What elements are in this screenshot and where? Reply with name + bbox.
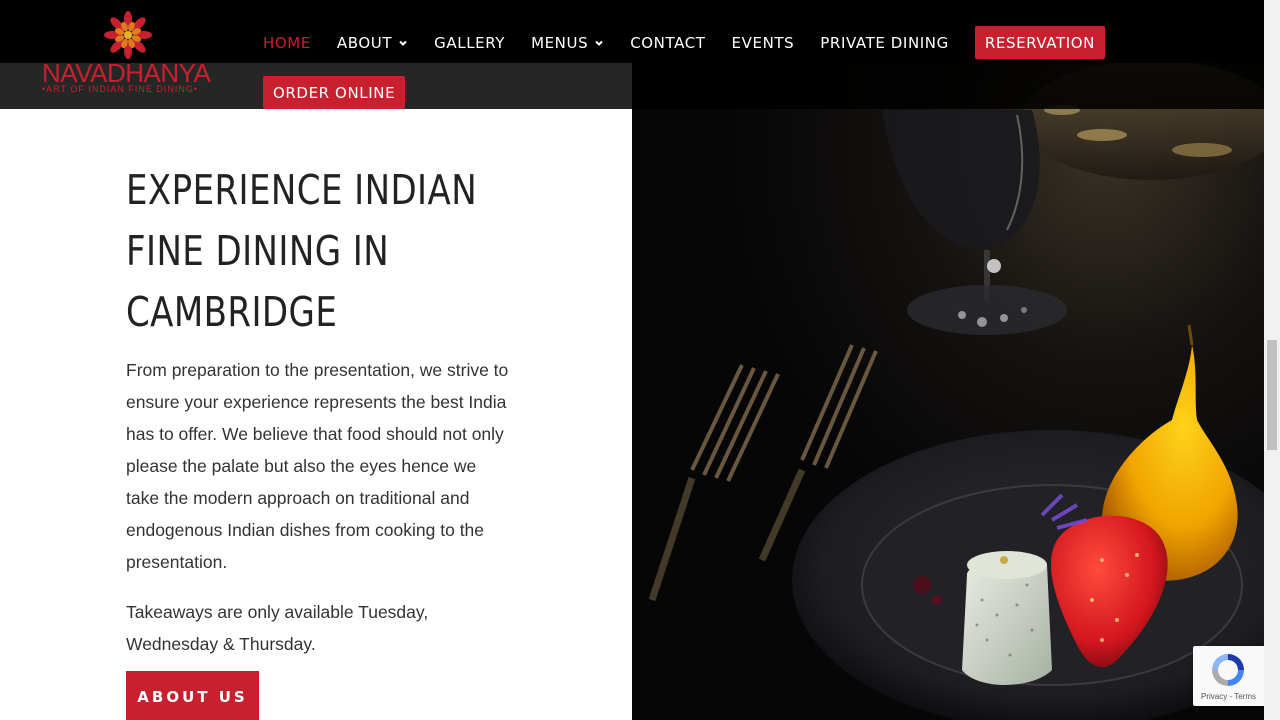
chevron-down-icon [595,40,603,46]
nav-item-label: CONTACT [630,33,706,52]
nav-item-contact[interactable]: CONTACT [630,34,705,52]
hero-title: EXPERIENCE INDIAN FINE DINING IN CAMBRID… [126,160,516,343]
nav-item-private-dining[interactable]: PRIVATE DINING [820,34,949,52]
about-us-button[interactable]: ABOUT US [126,671,259,720]
reservation-button[interactable]: RESERVATION [974,26,1105,59]
nav-item-gallery[interactable]: GALLERY [434,34,505,52]
nav-item-events[interactable]: EVENTS [732,34,795,52]
order-online-button[interactable]: ORDER ONLINE [263,76,406,109]
hero-title-line: EXPERIENCE INDIAN [126,166,478,214]
mandala-logo-icon [104,11,152,59]
nav-item-label: EVENTS [731,33,795,52]
recaptcha-links[interactable]: Privacy - Terms [1193,692,1264,701]
hero-content: EXPERIENCE INDIAN FINE DINING IN CAMBRID… [126,160,516,660]
page: NAVADHANYA •ART OF INDIAN FINE DINING• H… [0,0,1280,720]
recaptcha-badge[interactable]: Privacy - Terms [1193,646,1264,706]
nav-item-label: ABOUT [336,33,393,52]
recaptcha-icon [1212,654,1244,686]
hero-description: From preparation to the presentation, we… [126,360,509,572]
nav-item-about[interactable]: ABOUT [337,34,408,52]
hero-title-line: CAMBRIDGE [126,288,338,336]
nav-item-label: HOME [263,33,311,52]
chevron-down-icon [399,40,407,46]
scrollbar-thumb[interactable] [1267,340,1277,450]
site-logo[interactable]: NAVADHANYA •ART OF INDIAN FINE DINING• [40,8,220,98]
page-scrollbar[interactable] [1264,0,1280,720]
nav-item-menus[interactable]: MENUS [531,34,604,52]
hero-title-line: FINE DINING IN [126,227,390,275]
main-navigation: HOME ABOUT GALLERY MENUS CONTACT EVENTS … [263,26,1105,59]
takeaway-notice: Takeaways are only available Tuesday, We… [126,602,429,654]
nav-item-label: MENUS [531,33,589,52]
logo-wordmark: NAVADHANYA [42,58,211,88]
nav-item-label: GALLERY [434,33,506,52]
nav-item-home[interactable]: HOME [263,34,311,52]
logo-tagline: •ART OF INDIAN FINE DINING• [42,84,198,94]
nav-item-label: PRIVATE DINING [820,33,949,52]
